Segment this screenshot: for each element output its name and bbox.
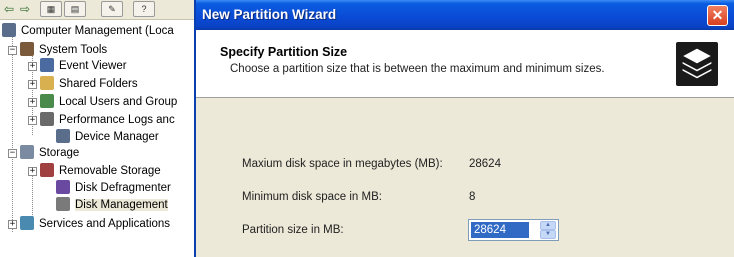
wizard-header: Specify Partition Size Choose a partitio… <box>196 30 734 98</box>
tree-item-removable-storage[interactable]: Removable Storage <box>40 163 161 179</box>
tree-item-event-viewer[interactable]: Event Viewer <box>40 58 127 74</box>
expand-toggle[interactable]: + <box>28 116 37 125</box>
tree-item-device-manager[interactable]: Device Manager <box>56 129 159 145</box>
tree-item-disk-management[interactable]: Disk Management <box>56 197 168 213</box>
tree-item-shared-folders[interactable]: Shared Folders <box>40 76 138 92</box>
new-partition-wizard: New Partition Wizard ✕ Specify Partition… <box>194 0 734 257</box>
device-manager-icon <box>56 129 70 143</box>
wizard-title-bar[interactable]: New Partition Wizard ✕ <box>196 0 734 30</box>
partition-size-input[interactable] <box>471 222 529 238</box>
computer-icon <box>2 23 16 37</box>
tree-item-disk-defragmenter[interactable]: Disk Defragmenter <box>56 180 171 196</box>
min-space-value: 8 <box>469 191 476 203</box>
shared-folders-icon <box>40 76 54 90</box>
expand-toggle[interactable]: + <box>8 220 17 229</box>
expand-toggle[interactable]: + <box>28 80 37 89</box>
forward-arrow-icon[interactable]: ⇨ <box>20 2 30 16</box>
users-icon <box>40 94 54 108</box>
expand-toggle[interactable]: + <box>28 62 37 71</box>
properties-button[interactable]: ✎ <box>101 1 123 17</box>
spin-up-button[interactable]: ▲ <box>540 221 556 230</box>
show-tree-button[interactable]: ▤ <box>64 1 86 17</box>
mmc-toolbar: ⇦ ⇨ ▦ ▤ ✎ ? <box>0 0 200 20</box>
tree-item-performance-logs[interactable]: Performance Logs anc <box>40 112 175 128</box>
collapse-toggle[interactable]: − <box>8 46 17 55</box>
partition-size-stepper[interactable]: ▲ ▼ <box>468 219 559 241</box>
collapse-toggle[interactable]: − <box>8 149 17 158</box>
wizard-content: Maxium disk space in megabytes (MB): 286… <box>196 99 734 257</box>
tree-item-storage[interactable]: Storage <box>20 145 79 161</box>
disk-management-icon <box>56 197 70 211</box>
spin-buttons: ▲ ▼ <box>540 221 556 239</box>
services-icon <box>20 216 34 230</box>
expand-toggle[interactable]: + <box>28 98 37 107</box>
close-button[interactable]: ✕ <box>707 5 728 26</box>
help-button[interactable]: ? <box>133 1 155 17</box>
mmc-tree-pane: ⇦ ⇨ ▦ ▤ ✎ ? Computer Management (Loca − … <box>0 0 200 257</box>
defragmenter-icon <box>56 180 70 194</box>
event-viewer-icon <box>40 58 54 72</box>
expand-toggle[interactable]: + <box>28 167 37 176</box>
performance-icon <box>40 112 54 126</box>
disk-stack-icon <box>676 42 718 86</box>
page-subtitle: Choose a partition size that is between … <box>230 63 605 75</box>
partition-size-label: Partition size in MB: <box>242 224 344 236</box>
removable-storage-icon <box>40 163 54 177</box>
spin-down-button[interactable]: ▼ <box>540 230 556 239</box>
storage-icon <box>20 145 34 159</box>
tree-item-services-applications[interactable]: Services and Applications <box>20 216 170 232</box>
tree-item-local-users[interactable]: Local Users and Group <box>40 94 177 110</box>
tree-item-system-tools[interactable]: System Tools <box>20 42 107 58</box>
back-arrow-icon[interactable]: ⇦ <box>4 2 14 16</box>
max-space-value: 28624 <box>469 158 501 170</box>
max-space-label: Maxium disk space in megabytes (MB): <box>242 158 443 170</box>
min-space-label: Minimum disk space in MB: <box>242 191 382 203</box>
up-level-button[interactable]: ▦ <box>40 1 62 17</box>
tools-icon <box>20 42 34 56</box>
tree-connector <box>12 36 13 232</box>
page-title: Specify Partition Size <box>220 45 348 59</box>
wizard-title: New Partition Wizard <box>202 7 337 22</box>
tree-item-computer-management[interactable]: Computer Management (Loca <box>2 23 174 39</box>
